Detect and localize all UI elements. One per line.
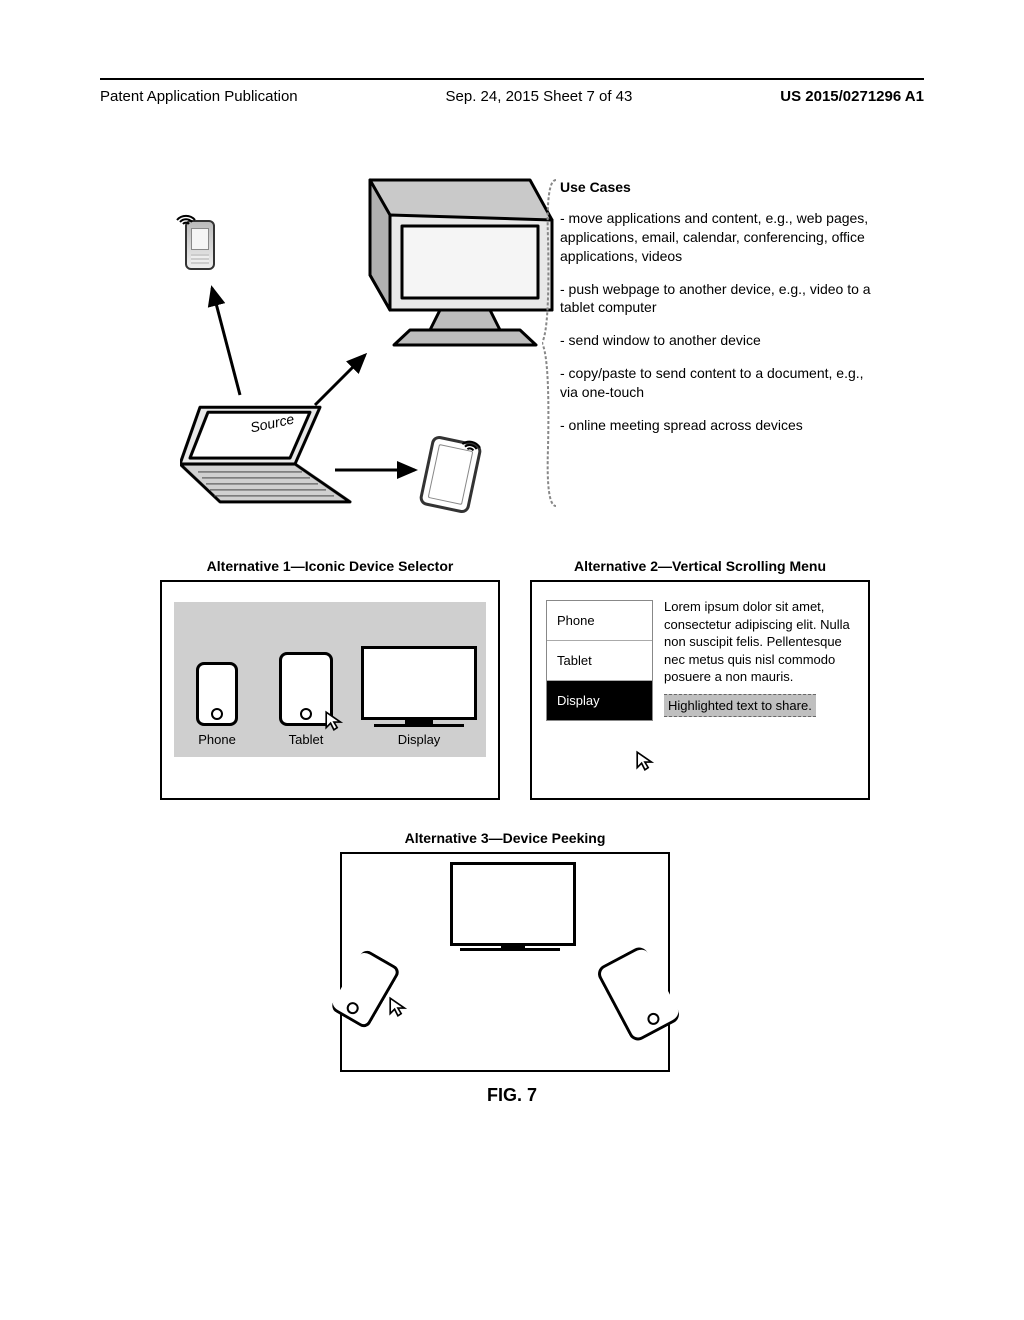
header-rule [100,78,924,80]
usecase-item: - move applications and content, e.g., w… [560,209,880,266]
usecase-item: - online meeting spread across devices [560,416,880,435]
alt1-display-cell[interactable]: Display [356,646,482,747]
alt2-menu-display[interactable]: Display [547,681,652,720]
alt2-menu-phone[interactable]: Phone [547,601,652,641]
alt1-shelf: Phone Tablet Display [174,602,486,757]
alt2-menu-tablet[interactable]: Tablet [547,641,652,681]
hero-illustration: Source [140,180,550,530]
phone-shape-icon [196,662,238,726]
cursor-icon [388,996,410,1018]
alt1-phone-cell[interactable]: Phone [182,662,252,747]
header-right: US 2015/0271296 A1 [780,88,924,105]
usecases-list: Use Cases - move applications and conten… [560,178,880,449]
alt2-text-body: Lorem ipsum dolor sit amet, consectetur … [664,598,854,717]
usecases-title: Use Cases [560,178,880,197]
alt3-title: Alternative 3—Device Peeking [340,830,670,846]
header-center: Sep. 24, 2015 Sheet 7 of 43 [446,88,633,105]
hero-arrows [140,180,550,510]
display-shape-icon [361,646,477,720]
alt1-tablet-label: Tablet [266,732,346,747]
alt1-display-label: Display [356,732,482,747]
alt1-tablet-cell[interactable]: Tablet [266,652,346,747]
usecase-item: - send window to another device [560,331,880,350]
brace-icon [542,178,558,508]
alt2-title: Alternative 2—Vertical Scrolling Menu [530,558,870,574]
page-body: Source [100,150,924,1250]
alt2-body-text: Lorem ipsum dolor sit amet, consectetur … [664,599,850,684]
alt2-panel: Phone Tablet Display Lorem ipsum dolor s… [530,580,870,800]
figure-label: FIG. 7 [100,1085,924,1106]
alt3-panel [340,852,670,1072]
alt3-display-foot [460,948,560,951]
alt3-phone-right-peek[interactable] [595,944,683,1044]
alt2-menu[interactable]: Phone Tablet Display [546,600,653,721]
cursor-icon [324,710,346,732]
usecase-item: - push webpage to another device, e.g., … [560,280,880,318]
cursor-icon [635,750,657,772]
usecase-item: - copy/paste to send content to a docume… [560,364,880,402]
header-left: Patent Application Publication [100,88,298,105]
alt2-highlight-text[interactable]: Highlighted text to share. [664,694,816,718]
alt1-title: Alternative 1—Iconic Device Selector [160,558,500,574]
alt1-phone-label: Phone [182,732,252,747]
alt1-panel: Phone Tablet Display [160,580,500,800]
page-header: Patent Application Publication Sep. 24, … [100,88,924,105]
alt3-display-peek[interactable] [450,862,576,946]
